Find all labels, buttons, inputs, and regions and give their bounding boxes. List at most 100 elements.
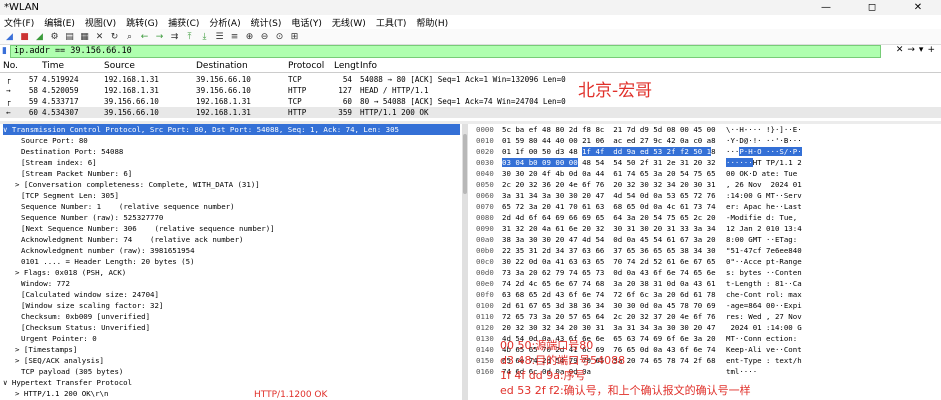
detail-line[interactable]: [Next Sequence Number: 306 (relative seq…: [21, 223, 460, 234]
detail-line[interactable]: Sequence Number (raw): 525327770: [21, 212, 460, 223]
detail-line[interactable]: > [SEQ/ACK analysis]: [15, 355, 460, 366]
detail-line[interactable]: Destination Port: 54088: [21, 146, 460, 157]
zoom-reset-icon[interactable]: ⊙: [274, 31, 285, 42]
col-protocol[interactable]: Protocol: [288, 61, 324, 71]
save-icon[interactable]: ▦: [79, 31, 90, 42]
menu-item[interactable]: 视图(V): [85, 16, 116, 29]
menu-item[interactable]: 统计(S): [251, 16, 282, 29]
hex-row[interactable]: 00a0 38 3a 30 30 20 47 4d 54 0d 0a 45 54 …: [472, 234, 941, 245]
display-filter-input[interactable]: ip.addr == 39.156.66.10: [10, 45, 881, 58]
detail-line[interactable]: [Stream index: 6]: [21, 157, 460, 168]
detail-line[interactable]: [Checksum Status: Unverified]: [21, 322, 460, 333]
first-packet-icon[interactable]: ⤒: [184, 31, 195, 42]
hex-ascii: :14:00 G MT··Serv: [726, 191, 802, 200]
options-icon[interactable]: ⚙: [49, 31, 60, 42]
hex-row[interactable]: 00f0 63 68 65 2d 43 6f 6e 74 72 6f 6c 3a …: [472, 289, 941, 300]
autoscroll-icon[interactable]: ☰: [214, 31, 225, 42]
close-button[interactable]: ✕: [895, 2, 941, 13]
find-icon[interactable]: ⌕: [124, 31, 135, 42]
detail-line[interactable]: [Window size scaling factor: 32]: [21, 300, 460, 311]
detail-line[interactable]: Window: 772: [21, 278, 460, 289]
clear-filter-icon[interactable]: ✕: [896, 45, 904, 55]
minimize-button[interactable]: —: [803, 2, 849, 13]
menu-item[interactable]: 文件(F): [4, 16, 34, 29]
resize-columns-icon[interactable]: ⊞: [289, 31, 300, 42]
detail-line[interactable]: Acknowledgment number (raw): 3981651954: [21, 245, 460, 256]
hex-row[interactable]: 00e0 74 2d 4c 65 6e 67 74 68 3a 20 38 31 …: [472, 278, 941, 289]
detail-line[interactable]: > HTTP/1.1 200 OK\r\n: [15, 388, 460, 399]
detail-line[interactable]: Source Port: 80: [21, 135, 460, 146]
hex-row[interactable]: 0050 2c 20 32 36 20 4e 6f 76 20 32 30 32 …: [472, 179, 941, 190]
menu-item[interactable]: 电话(Y): [291, 16, 322, 29]
hex-row[interactable]: 0100 2d 61 67 65 3d 38 36 34 30 30 0d 0a …: [472, 300, 941, 311]
back-icon[interactable]: ←: [139, 31, 150, 42]
hex-offset: 00f0: [476, 290, 494, 299]
filter-bookmark-icon[interactable]: ▮: [2, 46, 7, 56]
detail-line[interactable]: Checksum: 0xb009 [unverified]: [21, 311, 460, 322]
hex-row[interactable]: 00d0 73 3a 20 62 79 74 65 73 0d 0a 43 6f …: [472, 267, 941, 278]
col-destination[interactable]: Destination: [196, 61, 248, 71]
menu-item[interactable]: 分析(A): [209, 16, 240, 29]
col-info[interactable]: Info: [360, 61, 377, 71]
reload-icon[interactable]: ↻: [109, 31, 120, 42]
detail-line[interactable]: ∨ Hypertext Transfer Protocol: [3, 377, 460, 388]
menu-item[interactable]: 捕获(C): [168, 16, 199, 29]
packet-no: 60: [28, 108, 38, 117]
zoom-out-icon[interactable]: ⊖: [259, 31, 270, 42]
hex-row[interactable]: 00b0 22 35 31 2d 34 37 63 66 37 65 36 65 …: [472, 245, 941, 256]
menu-item[interactable]: 工具(T): [376, 16, 407, 29]
col-source[interactable]: Source: [104, 61, 135, 71]
filter-dropdown-icon[interactable]: ▾: [919, 45, 924, 55]
detail-line[interactable]: [TCP Segment Len: 305]: [21, 190, 460, 201]
annotation-note: ed 53 2f f2:确认号，和上个确认报文的确认号一样: [500, 384, 751, 397]
detail-line[interactable]: Acknowledgment Number: 74 (relative ack …: [21, 234, 460, 245]
open-icon[interactable]: ▤: [64, 31, 75, 42]
colorize-icon[interactable]: ≡: [229, 31, 240, 42]
hex-row[interactable]: 0120 20 32 30 32 34 20 30 31 3a 31 34 3a …: [472, 322, 941, 333]
packet-row[interactable]: → 58 4.520059 192.168.1.31 39.156.66.10 HTTP 1…: [0, 85, 941, 96]
detail-line[interactable]: > [Timestamps]: [15, 344, 460, 355]
detail-line[interactable]: 0101 .... = Header Length: 20 bytes (5): [21, 256, 460, 267]
detail-line[interactable]: [Stream Packet Number: 6]: [21, 168, 460, 179]
hex-row[interactable]: 0030 03 04 b0 09 00 00 48 54 54 50 2f 31 …: [472, 157, 941, 168]
last-packet-icon[interactable]: ⤓: [199, 31, 210, 42]
maximize-button[interactable]: ◻: [849, 2, 895, 13]
detail-line[interactable]: > [Conversation completeness: Complete, …: [15, 179, 460, 190]
packet-row[interactable]: ← 60 4.534307 39.156.66.10 192.168.1.31 HTTP 3…: [0, 107, 941, 118]
details-scrollbar[interactable]: [462, 124, 468, 400]
forward-icon[interactable]: →: [154, 31, 165, 42]
menu-item[interactable]: 无线(W): [332, 16, 366, 29]
detail-line[interactable]: Urgent Pointer: 0: [21, 333, 460, 344]
close-file-icon[interactable]: ✕: [94, 31, 105, 42]
hex-row[interactable]: 0020 01 1f 00 50 d3 48 1f 4f dd 9a ed 53 …: [472, 146, 941, 157]
shark-fin-icon[interactable]: ◢: [4, 31, 15, 42]
hex-row[interactable]: 0070 65 72 3a 20 41 70 61 63 68 65 0d 0a …: [472, 201, 941, 212]
detail-line[interactable]: > Flags: 0x018 (PSH, ACK): [15, 267, 460, 278]
detail-line[interactable]: [Calculated window size: 24704]: [21, 289, 460, 300]
menu-item[interactable]: 帮助(H): [416, 16, 448, 29]
stop-icon[interactable]: ■: [19, 31, 30, 42]
packet-row[interactable]: ┌ 59 4.533717 39.156.66.10 192.168.1.31 TCP 60…: [0, 96, 941, 107]
col-no[interactable]: No.: [3, 61, 18, 71]
hex-row[interactable]: 0000 5c ba ef 48 80 2d f8 8c 21 7d d9 5d …: [472, 124, 941, 135]
detail-line[interactable]: ∨ Transmission Control Protocol, Src Por…: [3, 124, 460, 135]
apply-filter-icon[interactable]: →: [907, 45, 915, 55]
zoom-in-icon[interactable]: ⊕: [244, 31, 255, 42]
hex-row[interactable]: 00c0 30 22 0d 0a 41 63 63 65 70 74 2d 52 …: [472, 256, 941, 267]
goto-icon[interactable]: ⇉: [169, 31, 180, 42]
packet-row[interactable]: ┌ 57 4.519924 192.168.1.31 39.156.66.10 TCP 54…: [0, 74, 941, 85]
hex-row[interactable]: 0110 72 65 73 3a 20 57 65 64 2c 20 32 37 …: [472, 311, 941, 322]
menu-item[interactable]: 跳转(G): [126, 16, 158, 29]
menu-item[interactable]: 编辑(E): [44, 16, 75, 29]
col-time[interactable]: Time: [42, 61, 64, 71]
add-filter-button[interactable]: +: [927, 45, 935, 55]
hex-row[interactable]: 0060 3a 31 34 3a 30 30 20 47 4d 54 0d 0a …: [472, 190, 941, 201]
detail-line[interactable]: Sequence Number: 1 (relative sequence nu…: [21, 201, 460, 212]
hex-row[interactable]: 0010 01 59 80 44 40 00 21 06 ac ed 27 9c …: [472, 135, 941, 146]
hex-row[interactable]: 0080 2d 4d 6f 64 69 66 69 65 64 3a 20 54 …: [472, 212, 941, 223]
restart-icon[interactable]: ◢: [34, 31, 45, 42]
detail-line[interactable]: TCP payload (305 bytes): [21, 366, 460, 377]
hex-row[interactable]: 0040 30 30 20 4f 4b 0d 0a 44 61 74 65 3a …: [472, 168, 941, 179]
hex-row[interactable]: 0090 31 32 20 4a 61 6e 20 32 30 31 30 20 …: [472, 223, 941, 234]
col-length[interactable]: Lengt: [334, 61, 359, 71]
